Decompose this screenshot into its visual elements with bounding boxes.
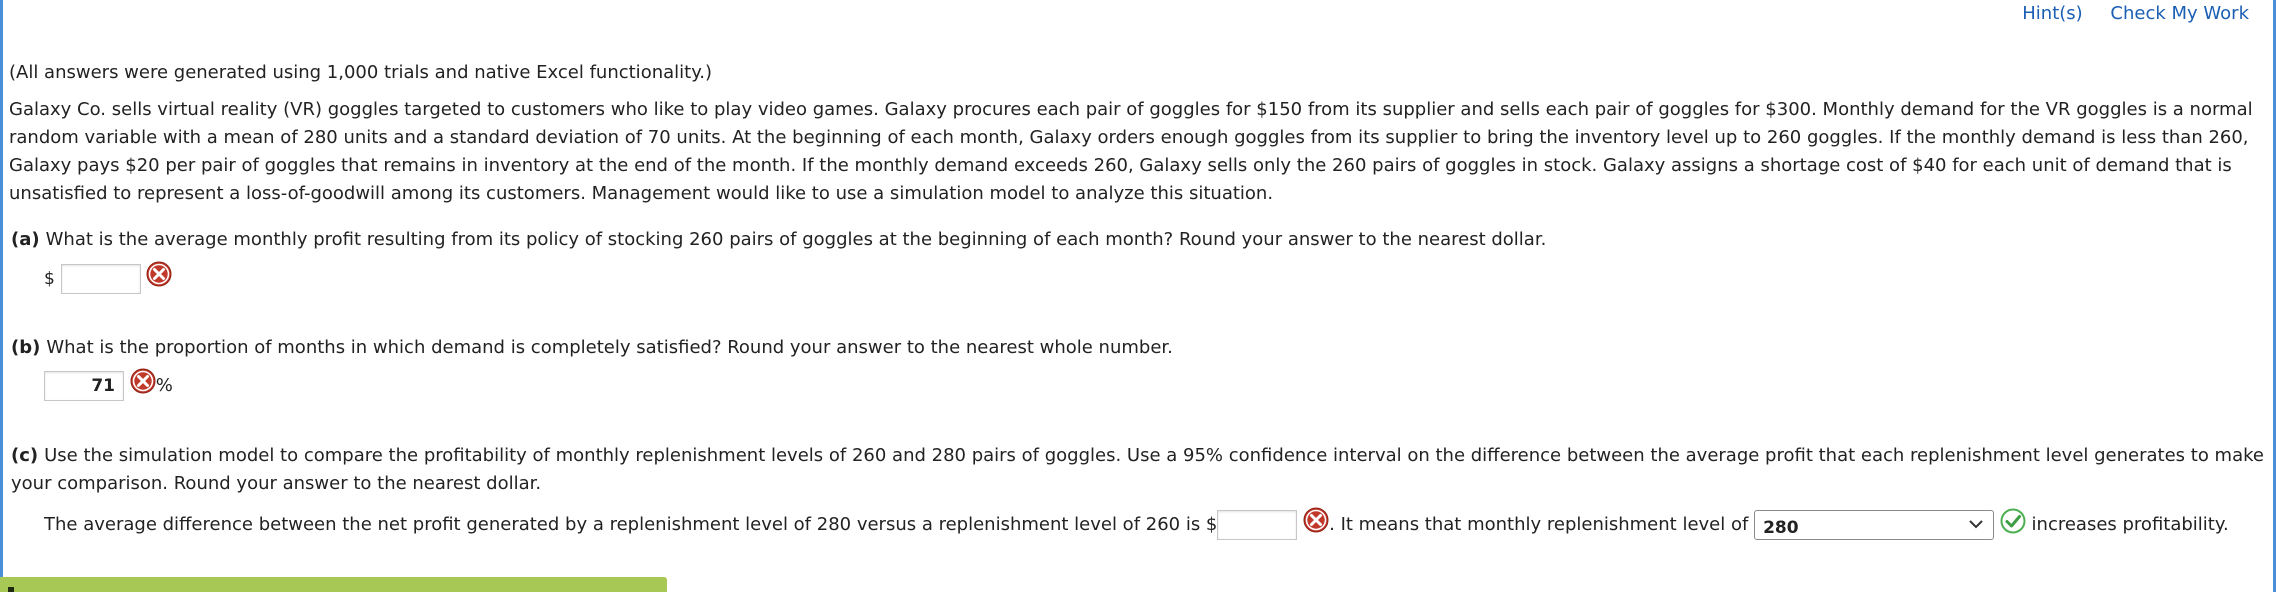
incorrect-icon bbox=[130, 368, 156, 394]
feedback-panel-bar[interactable] bbox=[0, 577, 667, 592]
answer-a-input[interactable] bbox=[60, 264, 141, 294]
replenishment-level-select[interactable]: 280 bbox=[1754, 510, 1995, 540]
question-a: (a) What is the average monthly profit re… bbox=[11, 226, 2266, 254]
answer-c-sentence-mid: . It means that monthly replenishment le… bbox=[1329, 514, 1749, 535]
question-a-text: What is the average monthly profit resul… bbox=[45, 229, 1547, 250]
answer-b-row: % bbox=[44, 368, 173, 401]
problem-statement: Galaxy Co. sells virtual reality (VR) go… bbox=[9, 99, 2253, 204]
answer-b-input[interactable] bbox=[44, 371, 124, 401]
frame-border-left bbox=[0, 0, 3, 592]
question-c-text: Use the simulation model to compare the … bbox=[11, 445, 2264, 494]
answer-c-sentence-start: The average difference between the net p… bbox=[44, 514, 1218, 535]
chevron-down-icon bbox=[1967, 514, 1985, 534]
answer-c-sentence-end: increases profitability. bbox=[2031, 514, 2229, 535]
question-c: (c) Use the simulation model to compare t… bbox=[11, 442, 2266, 498]
question-a-label: (a) bbox=[11, 229, 40, 250]
top-links: Hint(s) Check My Work bbox=[2000, 3, 2249, 25]
question-b: (b) What is the proportion of months in w… bbox=[11, 334, 2266, 362]
answer-b-percent: % bbox=[155, 375, 173, 396]
replenishment-level-value: 280 bbox=[1763, 518, 1799, 538]
answer-a-row: $ bbox=[44, 261, 172, 294]
answer-a-currency: $ bbox=[44, 269, 55, 289]
answer-c-row: The average difference between the net p… bbox=[44, 507, 2229, 540]
panel-grip-icon bbox=[8, 587, 14, 592]
incorrect-icon bbox=[1303, 507, 1329, 533]
question-c-label: (c) bbox=[11, 445, 39, 466]
assignment-page: Hint(s) Check My Work (All answers were … bbox=[0, 0, 2276, 592]
trials-note: (All answers were generated using 1,000 … bbox=[9, 62, 713, 83]
check-icon bbox=[2000, 508, 2026, 534]
incorrect-icon bbox=[146, 261, 172, 287]
hints-link[interactable]: Hint(s) bbox=[2022, 3, 2082, 24]
question-b-text: What is the proportion of months in whic… bbox=[46, 337, 1173, 358]
question-b-label: (b) bbox=[11, 337, 41, 358]
check-my-work-link[interactable]: Check My Work bbox=[2110, 3, 2249, 24]
answer-c-input[interactable] bbox=[1217, 510, 1298, 540]
